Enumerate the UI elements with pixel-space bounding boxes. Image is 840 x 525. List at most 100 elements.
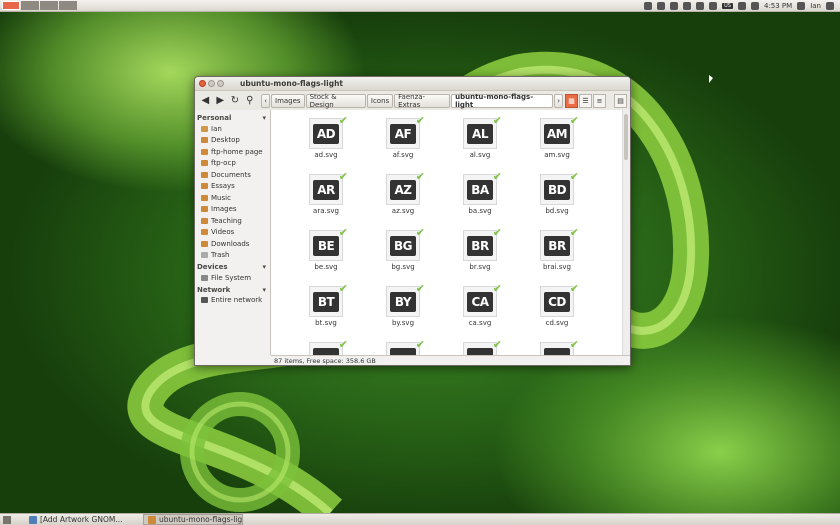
file-item[interactable]: BR ✔ br.svg	[445, 226, 515, 280]
file-item[interactable]: ✔	[522, 338, 592, 355]
breadcrumb-faenza-extras[interactable]: Faenza-Extras	[394, 93, 451, 109]
breadcrumb-icons[interactable]: Icons	[366, 93, 394, 108]
clock[interactable]: 4:53 PM	[764, 2, 792, 10]
file-item[interactable]: BY ✔ by.svg	[368, 282, 438, 336]
file-item[interactable]: CA ✔ ca.svg	[445, 282, 515, 336]
sidebar-item-trash[interactable]: Trash	[195, 250, 270, 262]
file-name: by.svg	[391, 319, 415, 327]
workspace-3[interactable]	[40, 1, 58, 10]
close-button[interactable]	[199, 80, 206, 87]
vertical-scrollbar[interactable]	[622, 110, 630, 355]
minimize-button[interactable]	[208, 80, 215, 87]
mail-icon[interactable]	[737, 1, 746, 10]
file-item[interactable]: BR ✔ brai.svg	[522, 226, 592, 280]
file-item[interactable]: BA ✔ ba.svg	[445, 170, 515, 224]
file-item[interactable]: BG ✔ bg.svg	[368, 226, 438, 280]
sidebar-item-images[interactable]: Images	[195, 204, 270, 216]
breadcrumb-scroll-left[interactable]: ‹	[261, 93, 270, 108]
flag-file-icon: AR ✔	[309, 170, 348, 205]
battery-icon[interactable]	[709, 1, 718, 10]
maximize-button[interactable]	[217, 80, 224, 87]
file-icon-view[interactable]: AD ✔ ad.svg AF ✔ af.svg AL ✔ al.svg AM ✔ am.svg AR ✔ a…	[271, 110, 630, 355]
status-bar: 87 items, Free space: 358.6 GB	[271, 355, 630, 365]
list-view-button[interactable]: ☰	[579, 93, 593, 108]
file-item[interactable]: ✔	[368, 338, 438, 355]
workspace-4[interactable]	[59, 1, 77, 10]
volume-icon[interactable]	[750, 1, 759, 10]
flag-code: CD	[544, 291, 570, 312]
window-titlebar[interactable]: ubuntu-mono-flags-light	[195, 77, 630, 91]
sidebar-item-essays[interactable]: Essays	[195, 181, 270, 193]
breadcrumb-images[interactable]: Images	[271, 93, 305, 108]
extra-pane-button[interactable]: ▤	[614, 93, 628, 108]
sidebar-section-devices[interactable]: Devices ▾	[195, 262, 270, 272]
flag-file-icon: ✔	[463, 338, 502, 355]
desktop-folder-icon	[201, 137, 208, 144]
file-item[interactable]: CD ✔ cd.svg	[522, 282, 592, 336]
dropbox-icon[interactable]	[644, 1, 653, 10]
sidebar-section-personal[interactable]: Personal ▾	[195, 113, 270, 123]
checkmark-icon: ✔	[338, 114, 348, 127]
workspace-1[interactable]	[2, 1, 20, 10]
sidebar-item-ftp-home[interactable]: ftp-home page	[195, 146, 270, 158]
reload-button[interactable]: ↻	[228, 94, 243, 107]
scrollbar-thumb[interactable]	[624, 114, 628, 160]
network-icon[interactable]	[657, 1, 666, 10]
sidebar-item-teaching[interactable]: Teaching	[195, 215, 270, 227]
sidebar-item-desktop[interactable]: Desktop	[195, 135, 270, 147]
sidebar-item-music[interactable]: Music	[195, 192, 270, 204]
breadcrumb-stock-design[interactable]: Stock & Design	[305, 93, 366, 109]
file-item[interactable]: AM ✔ am.svg	[522, 114, 592, 168]
file-item[interactable]: AL ✔ al.svg	[445, 114, 515, 168]
hard-disk-icon	[201, 274, 208, 281]
show-desktop-button[interactable]	[3, 515, 11, 524]
file-item[interactable]: BT ✔ bt.svg	[291, 282, 361, 336]
downloads-folder-icon	[201, 240, 208, 247]
checkmark-icon: ✔	[415, 226, 425, 239]
flag-code: CA	[467, 291, 493, 312]
sidebar-item-file-system[interactable]: File System	[195, 272, 270, 284]
sidebar-item-entire-network[interactable]: Entire network	[195, 295, 270, 307]
icon-view-button[interactable]: ▦	[565, 93, 579, 108]
file-item[interactable]: AZ ✔ az.svg	[368, 170, 438, 224]
tool-icon[interactable]	[683, 1, 692, 10]
flag-file-icon: BY ✔	[386, 282, 425, 317]
file-item[interactable]: AR ✔ ara.svg	[291, 170, 361, 224]
file-item[interactable]: AF ✔ af.svg	[368, 114, 438, 168]
sidebar-item-downloads[interactable]: Downloads	[195, 238, 270, 250]
checkmark-icon: ✔	[338, 170, 348, 183]
back-button[interactable]: ◀	[198, 94, 213, 107]
taskbar-item-file-manager[interactable]: ubuntu-mono-flags-light	[143, 514, 243, 525]
taskbar-item-add-artwork[interactable]: [Add Artwork GNOM...	[25, 514, 141, 525]
user-icon[interactable]	[797, 1, 806, 10]
file-item[interactable]: ✔	[445, 338, 515, 355]
compact-view-button[interactable]: ≡	[593, 93, 607, 108]
breadcrumb-current[interactable]: ubuntu-mono-flags-light	[451, 93, 554, 109]
chevron-right-icon: ›	[557, 96, 560, 105]
keyboard-layout-indicator[interactable]: US	[722, 2, 733, 9]
file-item[interactable]: ✔	[291, 338, 361, 355]
pin-icon[interactable]	[696, 1, 705, 10]
breadcrumb-scroll-right[interactable]: ›	[554, 93, 563, 108]
checkmark-icon: ✔	[569, 282, 579, 295]
checkmark-icon: ✔	[415, 114, 425, 127]
user-name[interactable]: Ian	[810, 2, 821, 10]
alarm-icon[interactable]	[670, 1, 679, 10]
workspace-2[interactable]	[21, 1, 39, 10]
sidebar-section-network[interactable]: Network ▾	[195, 285, 270, 295]
forward-button[interactable]: ▶	[213, 94, 228, 107]
flag-file-icon: ✔	[309, 338, 348, 355]
file-item[interactable]: AD ✔ ad.svg	[291, 114, 361, 168]
sidebar-item-ian[interactable]: Ian	[195, 123, 270, 135]
sidebar-item-ftp-ocp[interactable]: ftp-ocp	[195, 158, 270, 170]
power-icon[interactable]	[826, 1, 834, 10]
sidebar-item-videos[interactable]: Videos	[195, 227, 270, 239]
sidebar-item-documents[interactable]: Documents	[195, 169, 270, 181]
checkmark-icon: ✔	[569, 226, 579, 239]
search-button[interactable]: ⚲	[242, 94, 257, 107]
file-item[interactable]: BD ✔ bd.svg	[522, 170, 592, 224]
workspace-switcher[interactable]	[2, 1, 78, 10]
search-icon: ⚲	[246, 95, 254, 106]
file-item[interactable]: BE ✔ be.svg	[291, 226, 361, 280]
indicator-tray: US 4:53 PM Ian	[644, 1, 840, 10]
